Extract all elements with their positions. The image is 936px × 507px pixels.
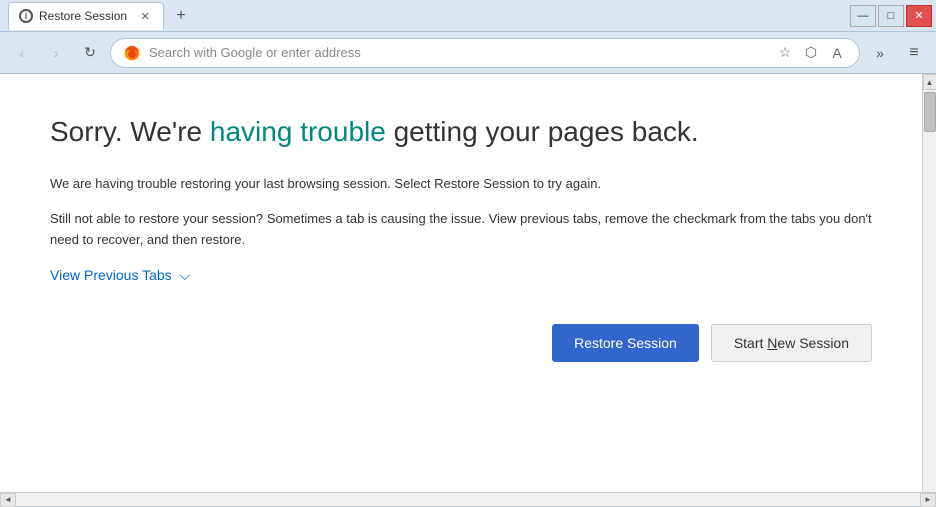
new-session-label-suffix: ew Session — [777, 335, 849, 351]
title-bar: i Restore Session ✕ + — □ ✕ — [0, 0, 936, 32]
scroll-thumb[interactable] — [924, 92, 936, 132]
chevron-down-icon[interactable]: ⌵ — [180, 267, 191, 284]
action-buttons: Restore Session Start New Session — [50, 324, 872, 362]
minimize-button[interactable]: — — [850, 5, 876, 27]
new-tab-button[interactable]: + — [168, 3, 194, 29]
start-new-session-button[interactable]: Start New Session — [711, 324, 872, 362]
active-tab[interactable]: i Restore Session ✕ — [8, 2, 164, 30]
scroll-up-arrow[interactable]: ▲ — [923, 74, 936, 90]
new-session-label-prefix: Start — [734, 335, 767, 351]
address-icons: ☆ ⬡ A — [775, 43, 847, 63]
scroll-right-arrow[interactable]: ► — [920, 493, 936, 507]
refresh-button[interactable]: ↻ — [76, 39, 104, 67]
title-part2: getting your pages back. — [386, 116, 699, 147]
title-part1: Sorry. We're — [50, 116, 210, 147]
tab-info-icon: i — [19, 9, 33, 23]
tab-label: Restore Session — [39, 9, 127, 23]
nav-bar: ‹ › ↻ Search with Google or enter addres… — [0, 32, 936, 74]
maximize-button[interactable]: □ — [878, 5, 904, 27]
close-button[interactable]: ✕ — [906, 5, 932, 27]
restore-session-button[interactable]: Restore Session — [552, 324, 699, 362]
tab-close-button[interactable]: ✕ — [137, 8, 153, 24]
address-bar[interactable]: Search with Google or enter address ☆ ⬡ … — [110, 38, 860, 68]
address-text: Search with Google or enter address — [149, 45, 767, 60]
account-icon[interactable]: A — [827, 43, 847, 63]
view-previous-tabs-link[interactable]: View Previous Tabs — [50, 267, 172, 283]
firefox-logo-icon — [123, 44, 141, 62]
body-text-2: Still not able to restore your session? … — [50, 209, 872, 251]
more-tools-button[interactable]: » — [866, 39, 894, 67]
page-title: Sorry. We're having trouble getting your… — [50, 114, 872, 150]
hamburger-menu-button[interactable]: ≡ — [900, 39, 928, 67]
new-session-label-n: N — [767, 335, 777, 351]
bookmark-star-icon[interactable]: ☆ — [775, 43, 795, 63]
forward-button[interactable]: › — [42, 39, 70, 67]
scroll-left-arrow[interactable]: ◄ — [0, 493, 16, 507]
vertical-scrollbar[interactable]: ▲ — [922, 74, 936, 492]
back-button[interactable]: ‹ — [8, 39, 36, 67]
horizontal-scrollbar[interactable]: ◄ ► — [0, 492, 936, 506]
view-previous-tabs-section: View Previous Tabs ⌵ — [50, 267, 872, 284]
window-controls: — □ ✕ — [850, 5, 932, 27]
pocket-icon[interactable]: ⬡ — [801, 43, 821, 63]
browser-content: Sorry. We're having trouble getting your… — [0, 74, 922, 492]
title-teal: having trouble — [210, 116, 386, 147]
body-text-1: We are having trouble restoring your las… — [50, 174, 872, 195]
browser-content-wrapper: Sorry. We're having trouble getting your… — [0, 74, 936, 492]
tab-strip: i Restore Session ✕ + — [8, 2, 194, 30]
